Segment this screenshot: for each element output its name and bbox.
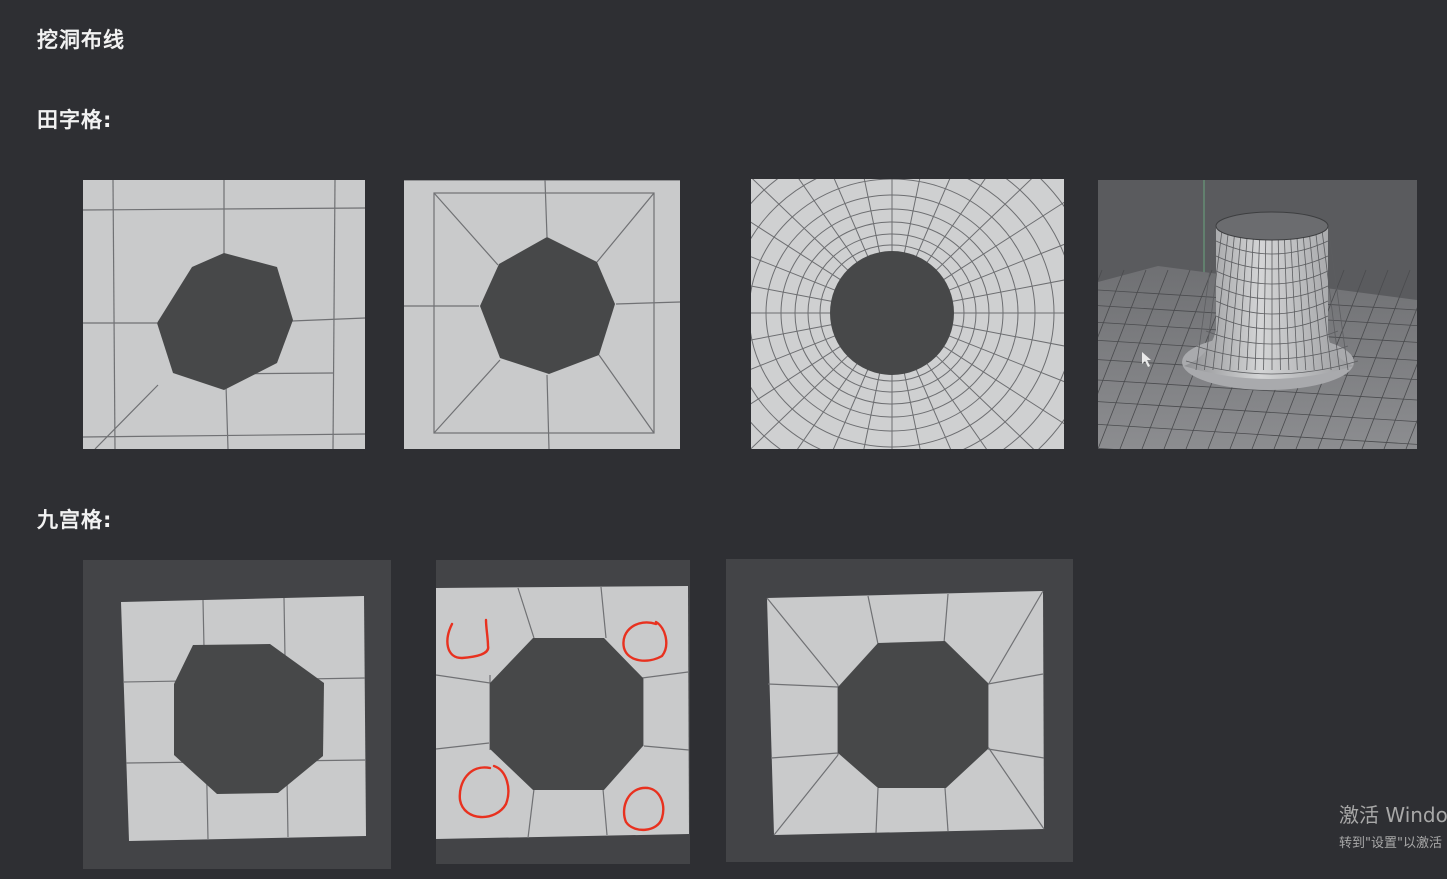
page-title: 挖洞布线 — [37, 28, 125, 52]
tian-grid-octagon-hole-image-1 — [83, 180, 365, 449]
nine-grid-octagon-hole-image-2 — [726, 559, 1073, 862]
watermark-line-2: 转到"设置"以激活 — [1339, 836, 1442, 851]
watermark-line-1: 激活 Windo — [1339, 803, 1447, 827]
nine-grid-octagon-hole-image-1 — [83, 560, 391, 869]
radial-grid-circle-hole-image — [751, 179, 1064, 449]
nine-grid-octagon-hole-image-annotated — [436, 560, 690, 864]
section-heading-tian-grid: 田字格: — [37, 108, 113, 132]
extruded-tube-render-image — [1098, 180, 1417, 449]
windows-activation-watermark: 激活 Windo 转到"设置"以激活 — [1339, 799, 1447, 851]
tian-grid-octagon-hole-image-2 — [404, 180, 680, 449]
section-heading-nine-grid: 九宫格: — [37, 508, 113, 532]
